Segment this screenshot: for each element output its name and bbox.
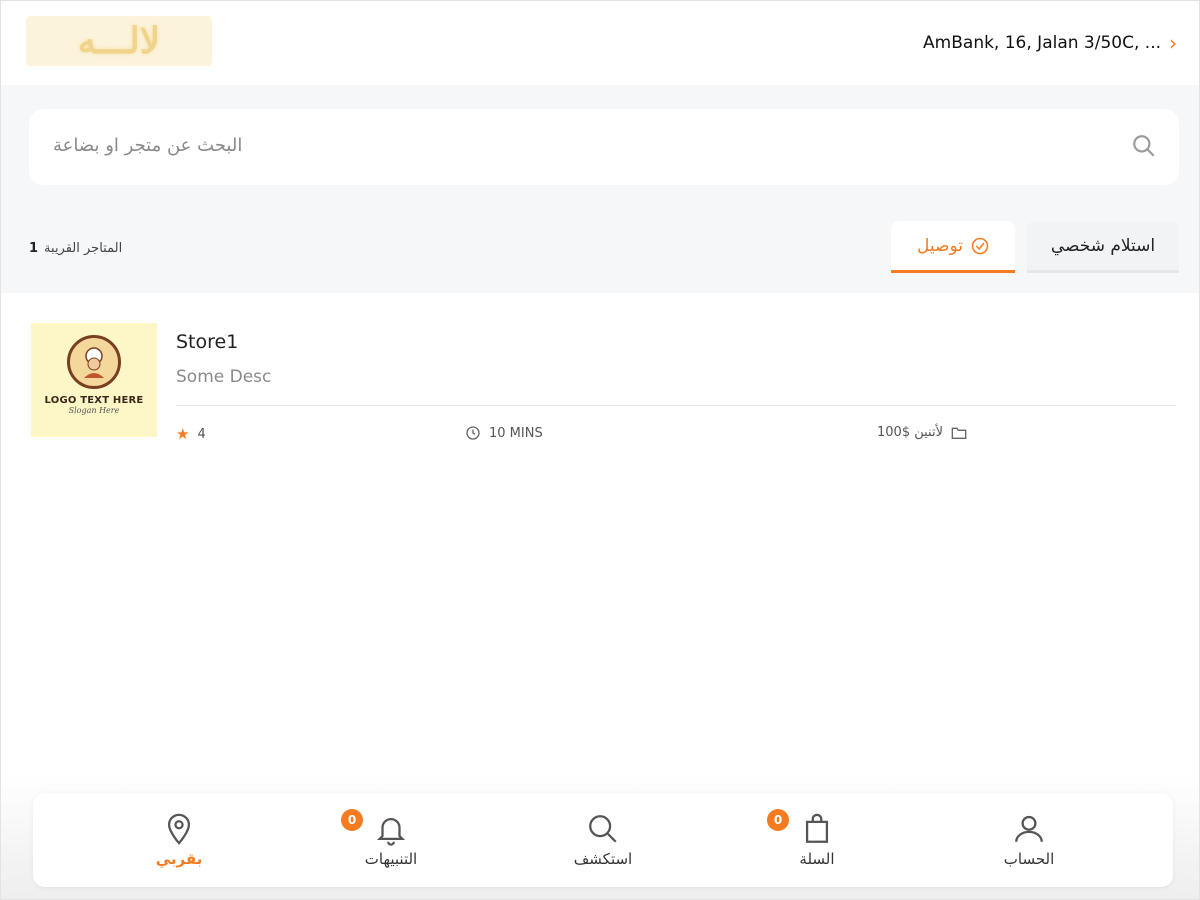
star-icon: ★ [176, 425, 190, 443]
nav-notifications-label: التنبيهات [364, 850, 418, 868]
chef-icon [67, 335, 121, 389]
nearby-stores-label: المتاجر القريبة [44, 241, 123, 256]
location-text: AmBank, 16, Jalan 3/50C, ... [923, 33, 1161, 53]
folder-icon [951, 427, 967, 439]
minimum-order: لأتنين $100 [877, 425, 967, 440]
bottom-navigation: بقربي 0 التنبيهات استكشف 0 السلة الحساب [33, 793, 1173, 887]
store-card[interactable]: LOGO TEXT HERE Slogan Here Store1 Some D… [31, 323, 1177, 443]
nearby-stores-number: 1 [29, 241, 39, 256]
shopping-bag-icon [805, 813, 829, 843]
nearby-stores-count: المتاجر القريبة 1 [29, 241, 122, 256]
delivery-time-value: 10 MINS [489, 425, 543, 441]
app-frame: لالـــه AmBank, 16, Jalan 3/50C, ... › ا… [0, 0, 1200, 900]
store-rating: ★ 4 [176, 425, 206, 443]
nav-account[interactable]: الحساب [939, 793, 1119, 887]
location-selector[interactable]: AmBank, 16, Jalan 3/50C, ... › [923, 31, 1177, 55]
minimum-order-value: لأتنين $100 [877, 425, 944, 440]
user-icon [1015, 815, 1043, 842]
search-icon[interactable] [1131, 133, 1157, 159]
rating-value: 4 [197, 426, 206, 442]
store-logo-text: LOGO TEXT HERE [44, 395, 144, 406]
nav-notifications[interactable]: 0 التنبيهات [301, 793, 481, 887]
store-logo-slogan: Slogan Here [68, 406, 120, 415]
nav-cart[interactable]: 0 السلة [727, 793, 907, 887]
tab-pickup-label: استلام شخصي [1050, 235, 1156, 256]
store-name[interactable]: Store1 [176, 331, 238, 353]
store-logo: LOGO TEXT HERE Slogan Here [31, 323, 157, 437]
clock-icon [466, 426, 480, 440]
app-logo[interactable]: لالـــه [26, 16, 212, 66]
location-pin-icon [167, 813, 191, 845]
nav-explore-label: استكشف [573, 850, 633, 868]
tab-delivery[interactable]: توصيل [891, 221, 1015, 273]
chevron-right-icon: › [1169, 31, 1177, 55]
nav-explore[interactable]: استكشف [513, 793, 693, 887]
nav-nearby[interactable]: بقربي [89, 793, 269, 887]
tab-delivery-label: توصيل [917, 235, 963, 256]
search-input[interactable]: البحث عن متجر او بضاعة [53, 135, 242, 156]
header: لالـــه AmBank, 16, Jalan 3/50C, ... › [1, 1, 1199, 85]
divider [176, 405, 1176, 406]
cart-badge: 0 [767, 809, 789, 831]
nav-nearby-label: بقربي [155, 850, 203, 868]
notifications-badge: 0 [341, 809, 363, 831]
check-circle-icon [971, 237, 989, 254]
nav-cart-label: السلة [799, 850, 835, 868]
bell-icon [376, 818, 406, 846]
tab-pickup[interactable]: استلام شخصي [1027, 221, 1179, 273]
nav-account-label: الحساب [1003, 850, 1055, 868]
app-logo-text: لالـــه [77, 20, 161, 62]
filter-section: البحث عن متجر او بضاعة المتاجر القريبة 1… [1, 85, 1199, 293]
store-description: Some Desc [176, 367, 272, 387]
delivery-time: 10 MINS [465, 425, 543, 441]
search-icon [589, 815, 617, 843]
search-bar[interactable]: البحث عن متجر او بضاعة [29, 109, 1179, 185]
